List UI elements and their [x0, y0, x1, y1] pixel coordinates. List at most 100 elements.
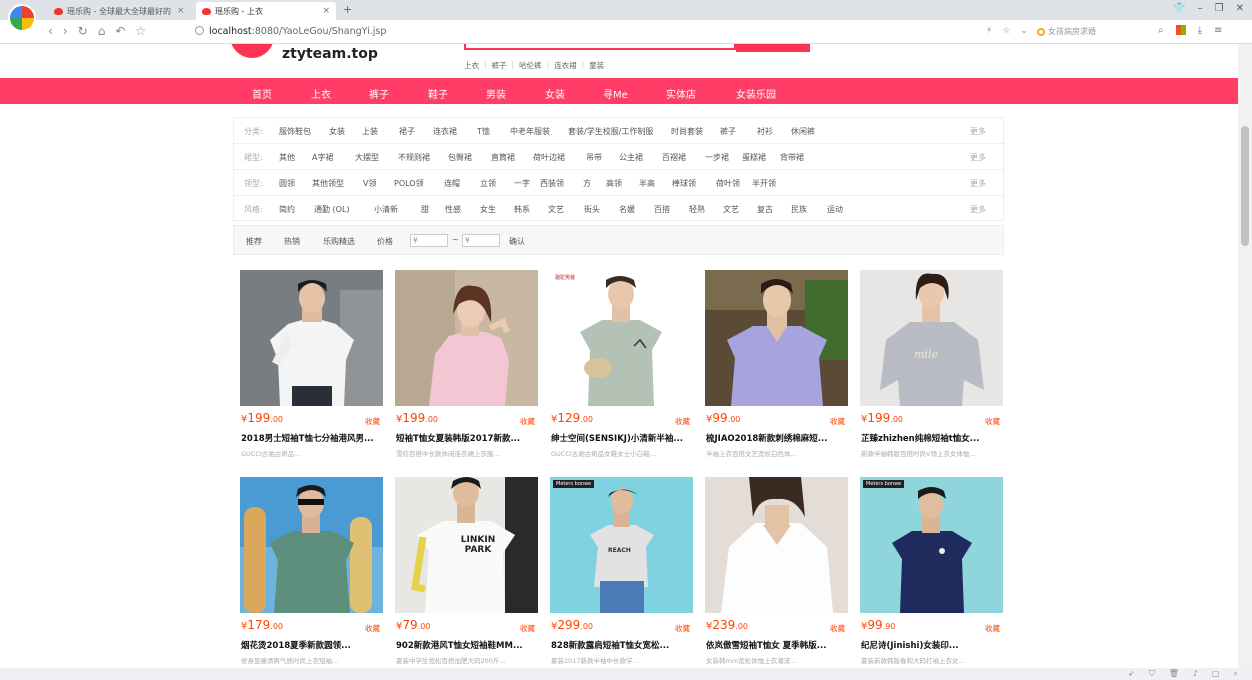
filter-option[interactable]: 西装领	[540, 178, 564, 189]
forward-icon[interactable]: ›	[63, 24, 68, 38]
filter-option[interactable]: 百褶裙	[662, 152, 686, 163]
product-image[interactable]: mile	[860, 270, 1003, 406]
filter-option[interactable]: 民族	[791, 204, 807, 215]
filter-option[interactable]: POLO领	[394, 178, 424, 189]
filter-option[interactable]: 背带裙	[780, 152, 804, 163]
price-confirm-button[interactable]: 确认	[509, 236, 525, 247]
product-card[interactable]: ¥99.00 收藏 梳JIAO2018新款刺绣棉麻短... 半袖上衣百搭文艺宽松…	[705, 270, 848, 470]
product-image[interactable]	[240, 270, 383, 406]
filter-option[interactable]: 上装	[362, 126, 378, 137]
filter-option[interactable]: 百搭	[654, 204, 670, 215]
product-title[interactable]: 梳JIAO2018新款刺绣棉麻短...	[706, 432, 848, 444]
scroll-thumb[interactable]	[1241, 126, 1249, 246]
filter-option[interactable]: 荷叶领	[716, 178, 740, 189]
filter-option[interactable]: 运动	[827, 204, 843, 215]
filter-more-link[interactable]: 更多	[970, 204, 986, 215]
reload-icon[interactable]: ↻	[78, 24, 88, 38]
favorite-button[interactable]: 收藏	[830, 623, 845, 634]
product-card[interactable]: Meters bonwe REACH ¥299.00 收藏 828新款露肩短袖T…	[550, 477, 693, 668]
sound-icon[interactable]: ♪	[1193, 669, 1198, 679]
window-icon[interactable]: ▢	[1212, 669, 1220, 679]
filter-option[interactable]: 一字	[514, 178, 530, 189]
favorite-button[interactable]: 收藏	[830, 416, 845, 427]
filter-option[interactable]: 文艺	[548, 204, 564, 215]
filter-option[interactable]: 时尚套装	[671, 126, 703, 137]
back-icon[interactable]: ‹	[48, 24, 53, 38]
filter-option[interactable]: 吊带	[586, 152, 602, 163]
restore-icon[interactable]: ❐	[1215, 3, 1224, 14]
favorite-button[interactable]: 收藏	[985, 623, 1000, 634]
filter-option[interactable]: 其他	[279, 152, 295, 163]
hot-word[interactable]: 哈伦裤	[519, 60, 542, 71]
bookmark-star-icon[interactable]: ☆	[1002, 26, 1010, 36]
filter-option[interactable]: 一步裙	[705, 152, 729, 163]
star-icon[interactable]: ☆	[135, 24, 146, 38]
site-search-button[interactable]	[736, 44, 810, 52]
product-card[interactable]: mile ¥199.00 收藏 芷臻zhizhen纯棉短袖t恤女... 新款半袖…	[860, 270, 1003, 470]
filter-option[interactable]: 文艺	[723, 204, 739, 215]
product-title[interactable]: 纪尼诗(Jinishi)女装印...	[861, 639, 1003, 651]
favorite-button[interactable]: 收藏	[675, 623, 690, 634]
nav-kuzi[interactable]: 裤子	[369, 86, 389, 101]
nav-home[interactable]: 首页	[252, 86, 272, 101]
hot-word[interactable]: 连衣裙	[554, 60, 577, 71]
favorite-button[interactable]: 收藏	[520, 416, 535, 427]
dropdown-icon[interactable]: ⌄	[1020, 26, 1028, 36]
product-title[interactable]: 绅士空间(SENSIKJ)小清新半袖...	[551, 432, 693, 444]
nav-shitidian[interactable]: 实体店	[666, 86, 696, 101]
nav-nvzhuang[interactable]: 女装	[545, 86, 565, 101]
hot-word[interactable]: 上衣	[464, 60, 479, 71]
sort-hot[interactable]: 热销	[284, 236, 300, 247]
product-image[interactable]	[395, 270, 538, 406]
filter-option[interactable]: 名媛	[619, 204, 635, 215]
filter-option[interactable]: 连衣裙	[433, 126, 457, 137]
url-field[interactable]: localhost:8080/YaoLeGou/ShangYi.jsp	[195, 26, 386, 37]
sort-recommend[interactable]: 推荐	[246, 236, 262, 247]
shirt-icon[interactable]: 👕	[1173, 3, 1185, 14]
filter-option[interactable]: 中老年服装	[510, 126, 550, 137]
filter-option[interactable]: 裤子	[720, 126, 736, 137]
filter-option[interactable]: 性感	[445, 204, 461, 215]
filter-more-link[interactable]: 更多	[970, 178, 986, 189]
product-title[interactable]: 902新款港风T恤女短袖鞋MM...	[396, 639, 538, 651]
filter-option[interactable]: 大摆型	[355, 152, 379, 163]
filter-option[interactable]: 半开领	[752, 178, 776, 189]
nav-nvzhuangleyuan[interactable]: 女装乐园	[736, 86, 776, 101]
rocket-icon[interactable]: ➶	[1128, 669, 1135, 679]
filter-option[interactable]: 街头	[584, 204, 600, 215]
filter-option[interactable]: 裙子	[399, 126, 415, 137]
product-image[interactable]: Meters bonwe	[860, 477, 1003, 613]
product-image[interactable]	[705, 270, 848, 406]
product-title[interactable]: 依岚傲雪短袖T恤女 夏季韩版...	[706, 639, 848, 651]
filter-more-link[interactable]: 更多	[970, 126, 986, 137]
filter-option[interactable]: 方	[583, 178, 591, 189]
nav-nanzhuang[interactable]: 男装	[486, 86, 506, 101]
filter-option[interactable]: 包臀裙	[448, 152, 472, 163]
price-to-input[interactable]: ¥	[462, 234, 500, 247]
sort-price[interactable]: 价格	[377, 236, 393, 247]
favorite-button[interactable]: 收藏	[365, 623, 380, 634]
filter-option[interactable]: 通勤 (OL)	[314, 204, 350, 215]
filter-option[interactable]: 其他领型	[312, 178, 344, 189]
shield-icon[interactable]: ⛉	[1149, 669, 1155, 679]
product-card[interactable]: Meters bonwe ¥99.90 收藏 纪尼诗(Jinishi)女装印..…	[860, 477, 1003, 668]
browser-search-field[interactable]: 女孩病房求婚	[1037, 24, 1147, 39]
filter-option[interactable]: 小清新	[374, 204, 398, 215]
filter-option[interactable]: 半高	[639, 178, 655, 189]
product-image[interactable]: 骆驼男装	[550, 270, 693, 406]
tab-close-icon[interactable]: ×	[322, 6, 330, 16]
tab-home[interactable]: 瑶乐购 - 全球最大全球最好的 ×	[48, 2, 194, 20]
filter-option[interactable]: 圆领	[279, 178, 295, 189]
sort-selected[interactable]: 乐购精选	[323, 236, 355, 247]
filter-option[interactable]: V领	[363, 178, 376, 189]
minimize-icon[interactable]: –	[1198, 3, 1203, 14]
price-from-input[interactable]: ¥	[410, 234, 448, 247]
product-card[interactable]: 骆驼男装 ¥129.00 收藏 绅士空间(SENSIKJ)小清新半袖... GU…	[550, 270, 693, 470]
filter-option[interactable]: 连帽	[444, 178, 460, 189]
filter-option[interactable]: 服饰鞋包	[279, 126, 311, 137]
product-title[interactable]: 烟花烫2018夏季新款圆领...	[241, 639, 383, 651]
nav-xunme[interactable]: 寻Me	[603, 86, 628, 101]
product-title[interactable]: 828新款露肩短袖T恤女宽松...	[551, 639, 693, 651]
product-title[interactable]: 2018男士短袖T恤七分袖港风男...	[241, 432, 383, 444]
favorite-button[interactable]: 收藏	[675, 416, 690, 427]
